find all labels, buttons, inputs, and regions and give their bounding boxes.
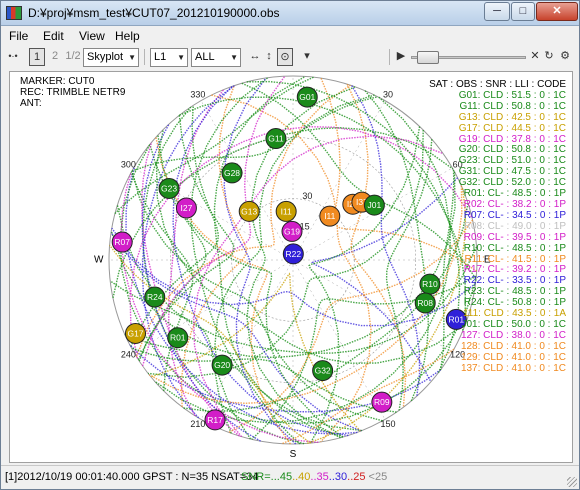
azimuth-label: 30 <box>383 90 393 100</box>
settings-icon[interactable]: ⚙ <box>559 48 571 66</box>
skyplot-panel[interactable]: 3303002402101501206030NSWE1530R22G19I11G… <box>9 71 573 463</box>
reload-icon[interactable]: ↻ <box>543 48 555 66</box>
satellite-label: J01 <box>367 200 381 210</box>
menu-view[interactable]: View <box>79 29 105 43</box>
toolbar: •·• 1 2 1/2 Skyplot ▼ L1 ▼ ALL ▼ ↔ ↕ ⊙ ▾… <box>1 45 579 70</box>
snr-item: ..35 <box>310 471 329 483</box>
legend-row: R10: CL- : 48.5 : 0 : 1P <box>463 242 566 254</box>
time-slider-thumb[interactable] <box>417 51 439 64</box>
snr-item: ..25 <box>347 471 366 483</box>
satellite-legend: SAT : OBS : SNR : LLI : CODE G01: CLD : … <box>429 79 566 375</box>
snr-label: SNR= <box>241 471 271 483</box>
satellite-label: G13 <box>241 206 257 216</box>
legend-row: 137: CLD : 41.0 : 0 : 1C <box>460 362 566 374</box>
center-icon[interactable]: ⊙ <box>277 48 293 66</box>
satellite-label: R01 <box>170 333 186 343</box>
toolbar-separator <box>144 49 145 65</box>
satellite-label: R22 <box>286 249 302 259</box>
toolbar-separator <box>389 49 390 65</box>
compass-s: S <box>290 449 297 460</box>
snr-item: ..30 <box>328 471 348 483</box>
app-icon <box>6 6 22 20</box>
plot-1-button[interactable]: 1 <box>29 48 45 66</box>
satellite-label: I11 <box>281 206 292 216</box>
chevron-down-icon: ▼ <box>230 53 238 62</box>
snr-item: <25 <box>365 471 388 483</box>
zoom-h-icon[interactable]: ↔ <box>249 48 261 66</box>
legend-row: 129: CLD : 41.0 : 0 : 1C <box>460 351 566 363</box>
plot-12-button[interactable]: 1/2 <box>65 48 81 66</box>
menu-edit[interactable]: Edit <box>43 29 64 43</box>
legend-row: G17: CLD : 44.5 : 0 : 1C <box>458 122 566 134</box>
elevation-label: 30 <box>302 191 312 201</box>
satellite-label: R09 <box>374 397 390 407</box>
satellite-label: G19 <box>284 226 300 236</box>
satellite-label: G23 <box>161 183 177 193</box>
legend-row: G13: CLD : 42.5 : 0 : 1C <box>458 111 566 123</box>
maximize-button[interactable]: □ <box>511 2 535 21</box>
satellite-label: I11 <box>324 211 335 221</box>
azimuth-label: 330 <box>190 90 205 100</box>
status-text: [1]2012/10/19 00:01:40.000 GPST : N=35 N… <box>5 471 259 483</box>
status-bar: [1]2012/10/19 00:01:40.000 GPST : N=35 N… <box>1 465 579 489</box>
satellite-label: R24 <box>147 292 163 302</box>
satellite-filter-value: ALL <box>195 51 215 63</box>
satellite-label: G17 <box>127 328 143 338</box>
satellite-label: G20 <box>214 360 230 370</box>
menu-file[interactable]: File <box>9 29 28 43</box>
satellite-label: I27 <box>181 203 193 213</box>
window-title: D:¥proj¥msm_test¥CUT07_201210190000.obs <box>28 6 280 20</box>
marker-label: MARKER: CUT0 <box>20 76 95 87</box>
zoom-v-icon[interactable]: ↕ <box>263 48 275 66</box>
snr-legend: SNR=...45..40..35..30..25 <25 <box>241 471 387 483</box>
satellite-label: G11 <box>268 134 284 144</box>
compass-w: W <box>94 255 104 266</box>
minimize-button[interactable]: ─ <box>484 2 510 21</box>
chevron-down-icon: ▼ <box>128 53 136 62</box>
app-window: D:¥proj¥msm_test¥CUT07_201210190000.obs … <box>0 0 580 490</box>
title-bar[interactable]: D:¥proj¥msm_test¥CUT07_201210190000.obs … <box>1 1 579 26</box>
azimuth-label: 150 <box>381 419 396 429</box>
legend-rows: G01: CLD : 51.5 : 0 : 1C G11: CLD : 50.8 … <box>429 90 566 375</box>
plot-2-button[interactable]: 2 <box>49 48 61 66</box>
satellite-label: G28 <box>224 168 240 178</box>
satellite-label: G01 <box>299 92 315 102</box>
play-icon[interactable]: ▶ <box>395 48 407 66</box>
satellite-track <box>131 347 397 413</box>
menu-help[interactable]: Help <box>115 29 140 43</box>
legend-row: R09: CL- : 39.5 : 0 : 1P <box>463 231 566 243</box>
satellite-filter-select[interactable]: ALL ▼ <box>191 48 241 67</box>
satellite-label: G32 <box>315 366 331 376</box>
snr-items: ...45..40..35..30..25 <25 <box>271 471 388 483</box>
azimuth-spoke <box>200 100 294 261</box>
dropdown-arrow-icon[interactable]: ▾ <box>301 48 313 66</box>
plot-type-value: Skyplot <box>87 51 124 63</box>
dots-icon[interactable]: •·• <box>5 48 21 66</box>
satellite-label: R17 <box>207 415 223 425</box>
receiver-label: REC: TRIMBLE NETR9 <box>20 87 126 98</box>
satellite-track <box>129 125 473 359</box>
close-icon[interactable]: ✕ <box>529 48 541 66</box>
frequency-select[interactable]: L1 ▼ <box>150 48 188 67</box>
menu-bar: File Edit View Help <box>1 26 579 45</box>
satellite-label: R07 <box>114 237 130 247</box>
chevron-down-icon: ▼ <box>177 53 185 62</box>
snr-item: ..40 <box>292 471 311 483</box>
azimuth-label: 210 <box>190 419 205 429</box>
frequency-value: L1 <box>154 51 167 63</box>
close-window-button[interactable]: ✕ <box>536 2 578 21</box>
antenna-label: ANT: <box>20 98 42 109</box>
azimuth-label: 240 <box>121 349 136 359</box>
snr-item: ...45 <box>270 471 293 483</box>
resize-grip[interactable] <box>567 477 577 487</box>
plot-type-select[interactable]: Skyplot ▼ <box>83 48 139 67</box>
azimuth-label: 300 <box>121 159 136 169</box>
